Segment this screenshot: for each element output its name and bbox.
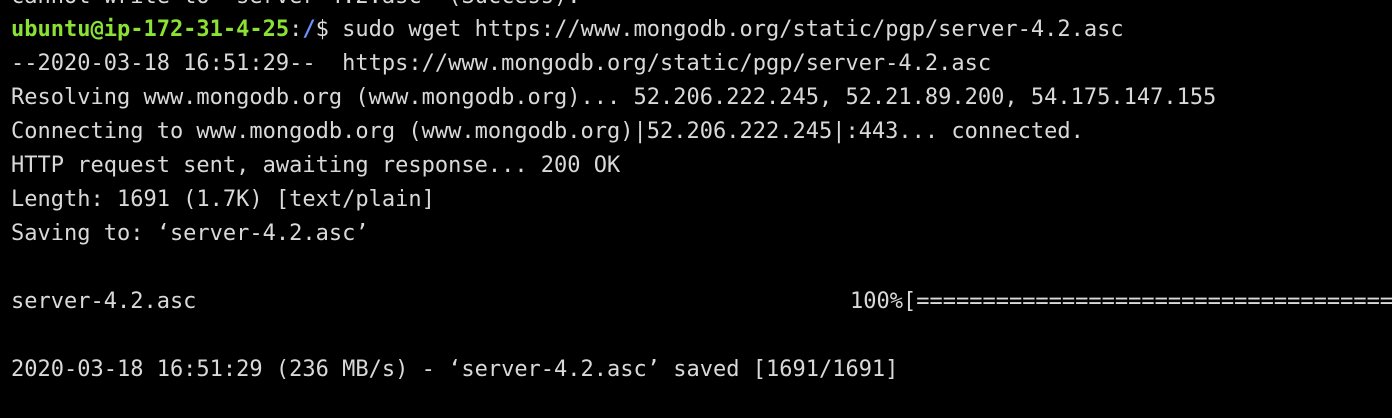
- progress-indicator: 100%[===================================…: [850, 285, 1392, 319]
- output-line-length: Length: 1691 (1.7K) [text/plain]: [11, 187, 435, 212]
- progress-bar: [=======================================…: [902, 289, 1392, 314]
- output-line-connecting: Connecting to www.mongodb.org (www.mongo…: [11, 119, 1084, 144]
- output-line-start: --2020-03-18 16:51:29-- https://www.mong…: [11, 51, 992, 76]
- prompt-separator: :: [289, 17, 303, 42]
- command-prompt-line: ubuntu@ip-172-31-4-25:/$ sudo wget https…: [11, 13, 1124, 47]
- command-text: sudo wget https://www.mongodb.org/static…: [342, 17, 1124, 42]
- output-line-saving: Saving to: ‘server-4.2.asc’: [11, 221, 369, 246]
- output-line-saved: 2020-03-18 16:51:29 (236 MB/s) - ‘server…: [11, 357, 899, 382]
- progress-filename: server-4.2.asc: [11, 289, 197, 314]
- prompt-symbol: $: [315, 17, 343, 42]
- prompt-path: /: [302, 17, 316, 42]
- partial-output-line: cannot write to 'server-4.2.asc' (Succes…: [11, 0, 581, 14]
- progress-percent: 100%: [850, 289, 903, 314]
- output-line-resolving: Resolving www.mongodb.org (www.mongodb.o…: [11, 85, 1217, 110]
- terminal-window[interactable]: cannot write to 'server-4.2.asc' (Succes…: [0, 0, 1392, 418]
- output-line-http-status: HTTP request sent, awaiting response... …: [11, 153, 621, 178]
- prompt-user-host: ubuntu@ip-172-31-4-25: [11, 17, 290, 42]
